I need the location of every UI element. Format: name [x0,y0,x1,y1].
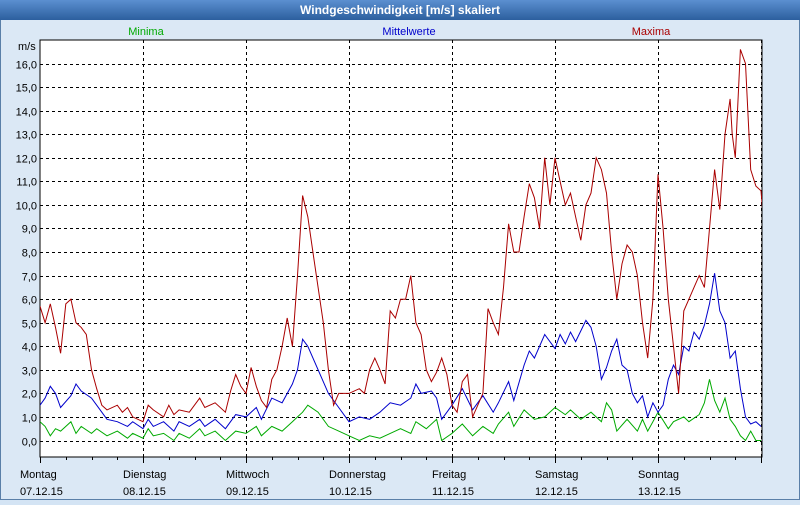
legend: Minima Mittelwerte Maxima [128,26,671,38]
y-tick-label: 10,0 [16,201,37,213]
x-date-label: 12.12.15 [535,486,578,498]
window-title: Windgeschwindigkeit [m/s] skaliert [0,0,800,20]
x-day-label: Montag [20,469,57,481]
x-date-label: 09.12.15 [226,486,269,498]
x-date-label: 08.12.15 [123,486,166,498]
x-day-label: Freitag [432,469,466,481]
y-tick-label: 13,0 [16,130,37,142]
y-tick-label: 9,0 [22,224,37,236]
x-day-label: Sonntag [638,469,679,481]
x-date-label: 10.12.15 [329,486,372,498]
y-tick-label: 15,0 [16,83,37,95]
y-tick-label: 6,0 [22,295,37,307]
legend-label-minima: Minima [128,26,164,38]
y-tick-label: 5,0 [22,319,37,331]
x-axis: Montag 07.12.15 Dienstag 08.12.15 Mittwoch 09… [20,457,762,498]
x-day-label: Donnerstag [329,469,386,481]
y-tick-label: 14,0 [16,107,37,119]
y-tick-label: 7,0 [22,272,37,284]
x-date-label: 11.12.15 [432,486,474,498]
y-tick-label: 8,0 [22,248,37,260]
wind-chart: 0,0 1,0 2,0 3,0 4,0 5,0 6,0 7,0 8,0 9,0 10,0 11,0 12… [16,26,763,498]
y-tick-label: 11,0 [16,177,37,189]
x-day-label: Mittwoch [226,469,269,481]
y-tick-label: 4,0 [22,342,37,354]
x-day-label: Dienstag [123,469,166,481]
x-date-label: 13.12.15 [638,486,681,498]
y-tick-label: 3,0 [22,366,37,378]
x-date-label: 07.12.15 [20,486,63,498]
y-tick-label: 12,0 [16,154,37,166]
plot-background [39,39,763,458]
y-tick-label: 2,0 [22,389,37,401]
chart-area: 0,0 1,0 2,0 3,0 4,0 5,0 6,0 7,0 8,0 9,0 10,0 11,0 12… [0,20,800,500]
y-tick-label: 1,0 [22,413,37,425]
y-axis-label: m/s [18,41,36,53]
y-axis: 0,0 1,0 2,0 3,0 4,0 5,0 6,0 7,0 8,0 9,0 10,0 11,0 12… [16,41,37,449]
legend-label-maxima: Maxima [632,26,671,38]
grid-lines [39,39,763,458]
x-day-label: Samstag [535,469,578,481]
y-tick-label: 16,0 [16,60,37,72]
y-tick-label: 0,0 [22,437,37,449]
legend-label-mittelwerte: Mittelwerte [382,26,435,38]
